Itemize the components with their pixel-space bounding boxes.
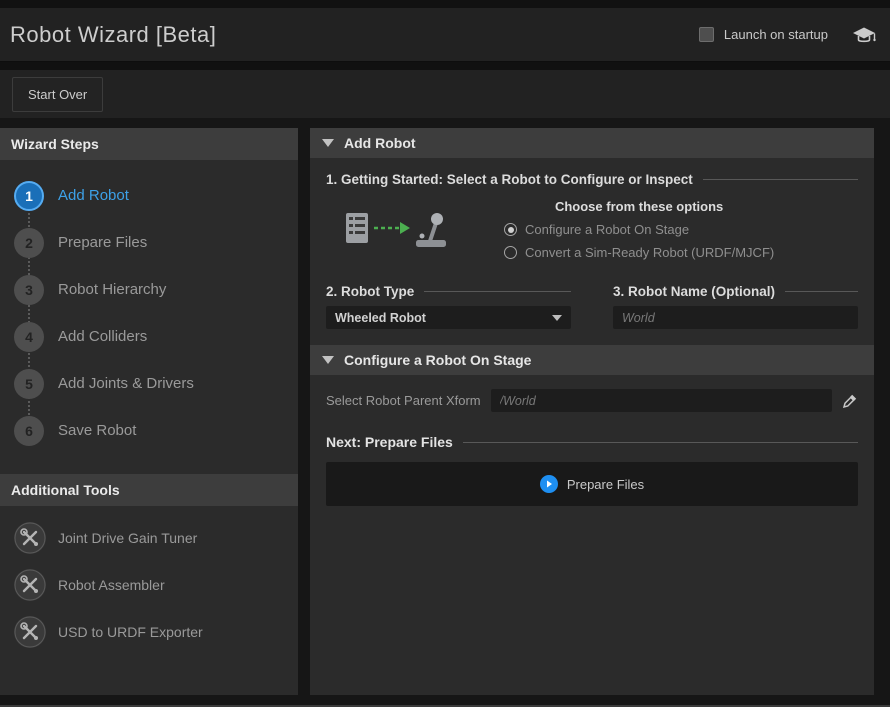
parent-xform-input[interactable] xyxy=(491,389,832,412)
stage-to-robot-graphic xyxy=(344,207,454,256)
tool-robot-assembler[interactable]: Robot Assembler xyxy=(14,561,298,608)
collapse-triangle-icon xyxy=(322,139,334,147)
step-number-badge: 2 xyxy=(14,228,44,258)
section-title: Configure a Robot On Stage xyxy=(344,352,531,368)
sidebar-step-add-robot[interactable]: 1 Add Robot xyxy=(14,172,298,219)
tool-label: USD to URDF Exporter xyxy=(58,624,203,640)
divider-rule xyxy=(703,179,858,180)
robot-name-input[interactable] xyxy=(613,306,858,329)
robot-wizard-window: Robot Wizard [Beta] Launch on startup St… xyxy=(0,0,890,707)
crossed-tools-icon xyxy=(14,522,46,554)
chevron-down-icon xyxy=(552,315,562,321)
getting-started-heading: 1. Getting Started: Select a Robot to Co… xyxy=(326,172,693,187)
divider-rule xyxy=(463,442,858,443)
robot-name-label: 3. Robot Name (Optional) xyxy=(613,284,775,299)
title-bar: Robot Wizard [Beta] Launch on startup xyxy=(0,8,890,62)
robot-type-value: Wheeled Robot xyxy=(335,311,552,325)
radio-convert-sim-ready-robot[interactable]: Convert a Sim-Ready Robot (URDF/MJCF) xyxy=(504,245,774,260)
arrow-right-circle-icon xyxy=(540,475,558,493)
choose-options-label: Choose from these options xyxy=(504,199,774,214)
sidebar-step-robot-hierarchy[interactable]: 3 Robot Hierarchy xyxy=(14,266,298,313)
separator xyxy=(0,62,890,70)
sidebar-step-add-joints-drivers[interactable]: 5 Add Joints & Drivers xyxy=(14,360,298,407)
content-area: Wizard Steps 1 Add Robot 2 Prepare Files… xyxy=(0,118,890,705)
parent-xform-label: Select Robot Parent Xform xyxy=(326,393,481,408)
additional-tools-list: Joint Drive Gain Tuner Robot Assembler xyxy=(0,506,298,655)
step-label: Add Robot xyxy=(58,187,129,204)
collapse-triangle-icon xyxy=(322,356,334,364)
tool-joint-drive-gain-tuner[interactable]: Joint Drive Gain Tuner xyxy=(14,514,298,561)
additional-tools-title: Additional Tools xyxy=(0,474,298,506)
toolbar: Start Over xyxy=(0,70,890,118)
radio-label: Convert a Sim-Ready Robot (URDF/MJCF) xyxy=(525,245,774,260)
robot-type-label: 2. Robot Type xyxy=(326,284,414,299)
radio-button-icon xyxy=(504,246,517,259)
crossed-tools-icon xyxy=(14,616,46,648)
prepare-files-button-label: Prepare Files xyxy=(567,477,644,492)
tool-label: Robot Assembler xyxy=(58,577,165,593)
crossed-tools-icon xyxy=(14,569,46,601)
section-title: Add Robot xyxy=(344,135,416,151)
tool-usd-to-urdf-exporter[interactable]: USD to URDF Exporter xyxy=(14,608,298,655)
step-label: Add Colliders xyxy=(58,328,147,345)
radio-configure-robot-on-stage[interactable]: Configure a Robot On Stage xyxy=(504,222,774,237)
tool-label: Joint Drive Gain Tuner xyxy=(58,530,197,546)
divider-rule xyxy=(785,291,858,292)
step-label: Prepare Files xyxy=(58,234,147,251)
wizard-steps-list: 1 Add Robot 2 Prepare Files 3 Robot Hier… xyxy=(0,160,298,454)
launch-on-startup-checkbox[interactable] xyxy=(699,27,714,42)
step-number-badge: 1 xyxy=(14,181,44,211)
step-label: Robot Hierarchy xyxy=(58,281,166,298)
step-number-badge: 5 xyxy=(14,369,44,399)
robot-type-dropdown[interactable]: Wheeled Robot xyxy=(326,306,571,329)
add-robot-section-body: 1. Getting Started: Select a Robot to Co… xyxy=(310,158,874,345)
wizard-main-panel: Add Robot 1. Getting Started: Select a R… xyxy=(310,128,874,695)
divider-rule xyxy=(424,291,571,292)
step-number-badge: 6 xyxy=(14,416,44,446)
eyedropper-icon[interactable] xyxy=(842,393,858,409)
sidebar-step-prepare-files[interactable]: 2 Prepare Files xyxy=(14,219,298,266)
section-header-add-robot[interactable]: Add Robot xyxy=(310,128,874,158)
wizard-steps-sidebar: Wizard Steps 1 Add Robot 2 Prepare Files… xyxy=(0,128,298,695)
window-top-strip xyxy=(0,0,890,8)
step-number-badge: 3 xyxy=(14,275,44,305)
prepare-files-button[interactable]: Prepare Files xyxy=(326,462,858,506)
page-title: Robot Wizard [Beta] xyxy=(10,22,216,48)
start-over-button[interactable]: Start Over xyxy=(12,77,103,112)
radio-label: Configure a Robot On Stage xyxy=(525,222,689,237)
sidebar-step-add-colliders[interactable]: 4 Add Colliders xyxy=(14,313,298,360)
sidebar-step-save-robot[interactable]: 6 Save Robot xyxy=(14,407,298,454)
step-label: Add Joints & Drivers xyxy=(58,375,194,392)
launch-on-startup-label: Launch on startup xyxy=(724,27,828,42)
graduation-cap-icon[interactable] xyxy=(852,26,876,44)
configure-section-body: Select Robot Parent Xform Next: Prepare … xyxy=(310,375,874,522)
wizard-steps-title: Wizard Steps xyxy=(0,128,298,160)
radio-button-icon xyxy=(504,223,517,236)
step-number-badge: 4 xyxy=(14,322,44,352)
step-label: Save Robot xyxy=(58,422,136,439)
next-prepare-files-label: Next: Prepare Files xyxy=(326,434,453,450)
section-header-configure-robot-on-stage[interactable]: Configure a Robot On Stage xyxy=(310,345,874,375)
